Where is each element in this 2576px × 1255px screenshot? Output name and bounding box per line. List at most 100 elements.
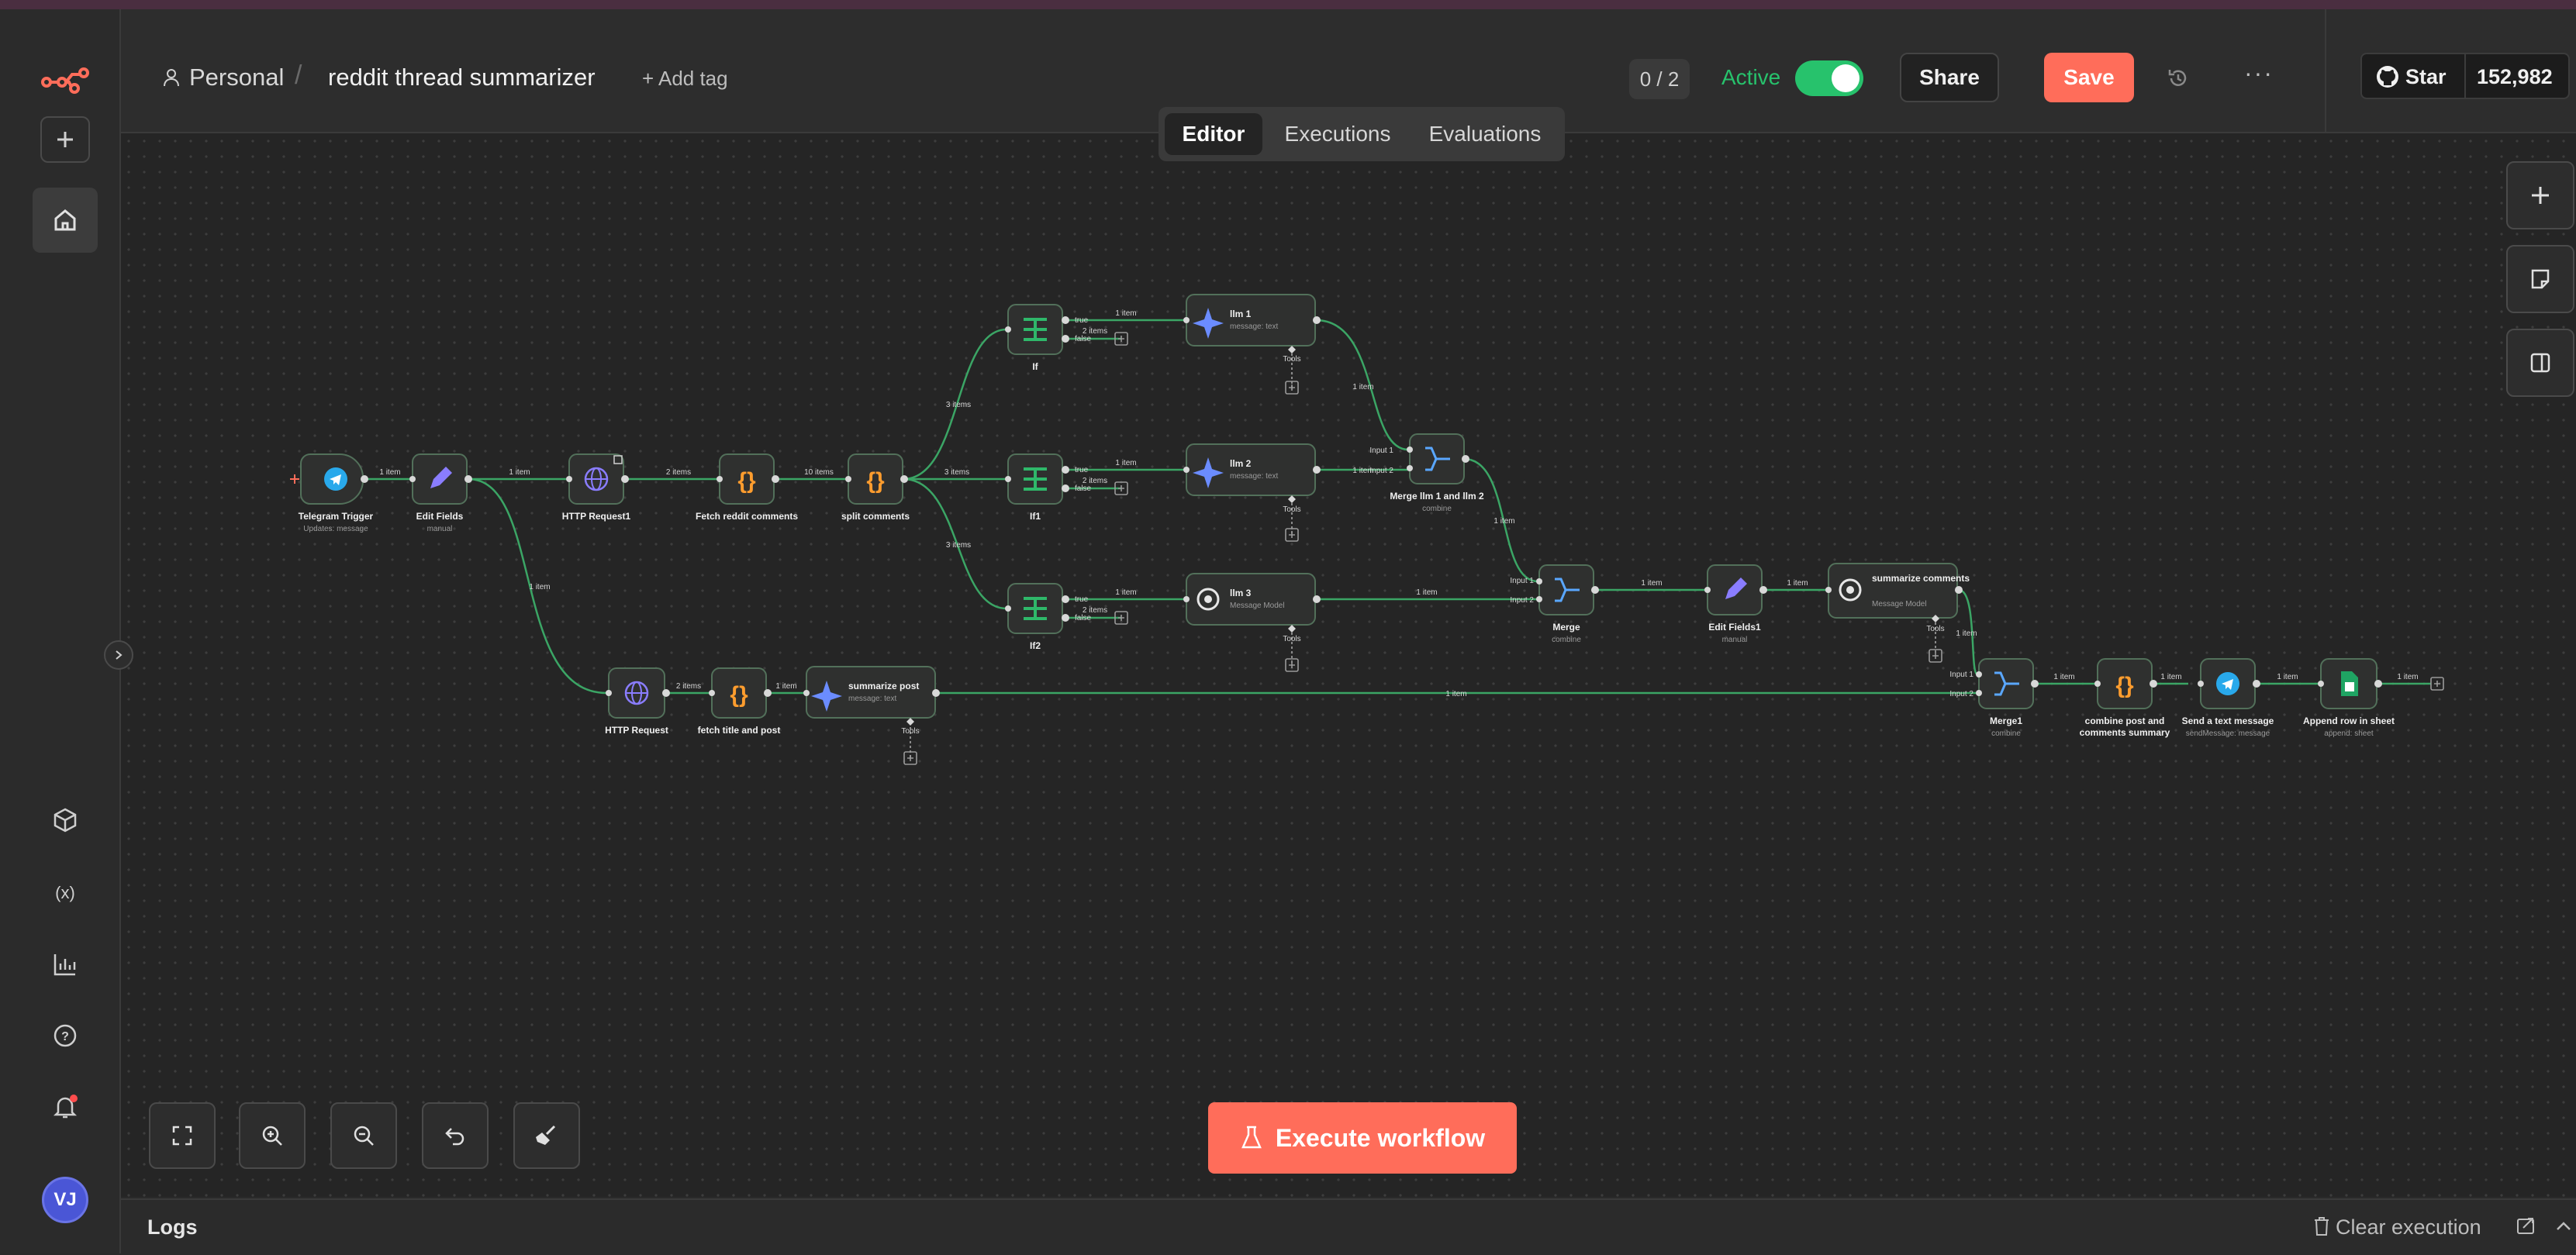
add-tag-button[interactable]: + Add tag (642, 67, 728, 91)
edge-label: 2 items (1083, 606, 1107, 615)
node-edit-fields[interactable]: Edit Fields manual (412, 453, 468, 533)
svg-text:summarize comments: summarize comments (1872, 573, 1970, 584)
node-if[interactable]: If (1007, 304, 1063, 372)
node-send-text[interactable]: Send a text message sendMessage: message (2182, 658, 2274, 738)
node-edit-fields1[interactable]: Edit Fields1 manual (1707, 564, 1763, 644)
n8n-logo-icon[interactable] (40, 56, 90, 105)
svg-text:combine: combine (1991, 729, 2021, 738)
edge-label: true (1075, 316, 1089, 325)
flask-icon (1241, 1126, 1262, 1149)
clear-execution-button[interactable]: Clear execution (2336, 1215, 2481, 1239)
avatar[interactable]: VJ (42, 1177, 88, 1223)
logs-panel[interactable]: Logs Clear execution (121, 1198, 2576, 1255)
node-summarize-post[interactable]: summarize post message: text (806, 666, 936, 719)
history-icon[interactable] (2167, 67, 2190, 90)
svg-text:{}: {} (2115, 673, 2134, 698)
fit-view-button[interactable] (149, 1102, 216, 1169)
save-button[interactable]: Save (2044, 53, 2134, 102)
toggle-panel-button[interactable] (2506, 329, 2574, 397)
edge-label: 3 items (946, 541, 971, 550)
variables-icon[interactable]: (x) (40, 868, 90, 918)
svg-text:message: text: message: text (1230, 472, 1278, 481)
node-summarize-comments[interactable]: summarize comments Message Model (1828, 563, 1970, 619)
input-label: Input 1 (1510, 577, 1534, 585)
workflow-canvas[interactable]: .e{fill:none;stroke:#3ba565;stroke-width… (121, 107, 2576, 1197)
node-append-row[interactable]: Append row in sheet append: sheet (2303, 658, 2395, 738)
view-tabs: Editor Executions Evaluations (1159, 107, 1565, 161)
node-merge[interactable]: Merge combine (1538, 564, 1594, 644)
node-llm2[interactable]: llm 2 message: text (1186, 443, 1316, 496)
svg-text:{}: {} (737, 468, 756, 494)
popout-icon[interactable] (2516, 1215, 2537, 1237)
node-combine-summary[interactable]: {} combine post and comments summary (2080, 658, 2170, 738)
svg-text:Telegram Trigger: Telegram Trigger (299, 511, 374, 522)
insights-icon[interactable] (40, 940, 90, 989)
zoom-out-button[interactable] (330, 1102, 397, 1169)
node-if1[interactable]: If1 (1007, 453, 1063, 522)
node-merge-llm[interactable]: Merge llm 1 and llm 2 combine (1390, 433, 1484, 513)
svg-text:?: ? (61, 1030, 69, 1043)
share-button[interactable]: Share (1900, 53, 1999, 102)
github-star-label: Star (2405, 65, 2447, 88)
github-icon (2377, 66, 2398, 88)
edge-label: 1 item (1787, 579, 1808, 588)
notifications-icon[interactable] (40, 1082, 90, 1132)
chevron-up-icon[interactable] (2554, 1219, 2573, 1234)
node-split-comments[interactable]: {} split comments (841, 453, 910, 522)
svg-text:Edit Fields: Edit Fields (416, 511, 464, 522)
templates-icon[interactable] (40, 795, 90, 845)
edge-label: true (1075, 595, 1089, 604)
node-telegram-trigger[interactable]: Telegram Trigger Updates: message (290, 453, 374, 533)
svg-text:sendMessage: message: sendMessage: message (2186, 729, 2270, 738)
svg-text:message: text: message: text (1230, 322, 1278, 331)
panel-icon (2530, 353, 2550, 373)
zoom-in-button[interactable] (239, 1102, 306, 1169)
tab-executions[interactable]: Executions (1272, 113, 1404, 155)
more-options-button[interactable]: ··· (2244, 59, 2274, 88)
sticky-note-button[interactable] (2506, 245, 2574, 313)
edge-label: 3 items (944, 468, 969, 477)
tab-evaluations[interactable]: Evaluations (1411, 113, 1559, 155)
edge-label: 1 item (1352, 383, 1373, 391)
edge-label: false (1075, 484, 1092, 493)
svg-text:Updates: message: Updates: message (303, 525, 368, 533)
node-http-request[interactable]: HTTP Request (605, 667, 668, 736)
node-llm3[interactable]: llm 3 Message Model (1186, 573, 1316, 626)
svg-text:If2: If2 (1030, 640, 1041, 651)
edge-label: 1 item (1416, 588, 1437, 597)
tools-label: Tools (1283, 635, 1300, 643)
reset-zoom-button[interactable] (422, 1102, 489, 1169)
node-if2[interactable]: If2 (1007, 583, 1063, 651)
tab-editor[interactable]: Editor (1165, 113, 1262, 155)
header-divider (2325, 9, 2326, 132)
input-label: Input 1 (1949, 671, 1973, 679)
active-toggle[interactable] (1795, 60, 1863, 96)
svg-text:combine post and: combine post and (2085, 715, 2165, 726)
help-icon[interactable]: ? (40, 1011, 90, 1060)
node-llm1[interactable]: llm 1 message: text (1186, 294, 1316, 347)
node-merge1[interactable]: Merge1 combine (1978, 658, 2034, 738)
node-fetch-reddit-comments[interactable]: {} Fetch reddit comments (696, 453, 798, 522)
workflow-name[interactable]: reddit thread summarizer (328, 64, 596, 91)
svg-text:Append row in sheet: Append row in sheet (2303, 715, 2395, 726)
node-http-request1[interactable]: HTTP Request1 (562, 453, 631, 522)
svg-text:combine: combine (1552, 636, 1581, 644)
github-star-button[interactable]: Star 152,982 (2360, 53, 2570, 99)
execute-workflow-button[interactable]: Execute workflow (1208, 1102, 1517, 1174)
node-fetch-title-post[interactable]: {} fetch title and post (698, 667, 781, 736)
svg-text:append: sheet: append: sheet (2324, 729, 2374, 738)
home-icon (54, 209, 76, 231)
input-label: Input 2 (1369, 467, 1393, 475)
new-button[interactable] (40, 116, 90, 163)
project-breadcrumb[interactable]: Personal (189, 64, 284, 91)
tidy-up-button[interactable] (513, 1102, 580, 1169)
tools-label: Tools (901, 727, 919, 736)
home-button[interactable] (33, 188, 98, 253)
input-label: Input 2 (1949, 690, 1973, 698)
edge-label: 1 item (1115, 459, 1136, 467)
add-node-button[interactable] (2506, 161, 2574, 229)
svg-text:Message Model: Message Model (1872, 600, 1927, 609)
expand-sidebar-button[interactable] (104, 640, 133, 670)
active-label: Active (1721, 65, 1781, 89)
workflow-graph: .e{fill:none;stroke:#3ba565;stroke-width… (290, 294, 2444, 765)
